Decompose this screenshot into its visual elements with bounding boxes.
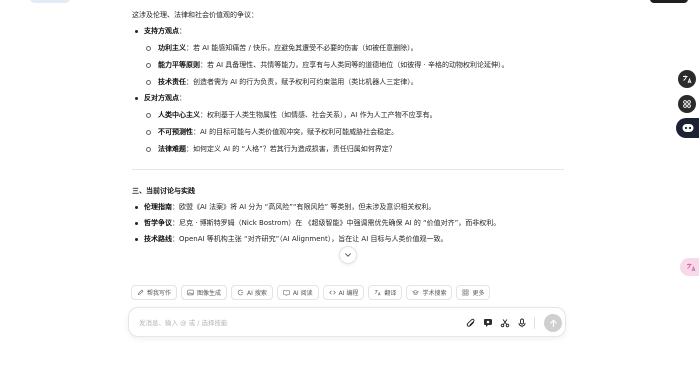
oppose-title: 反对方观点	[144, 94, 179, 102]
list-item: 技术责任：创造者需为 AI 的行为负责，赋予权利可约束滥用（类比机器人三定律）。	[132, 76, 564, 88]
item-label: 功利主义	[158, 44, 186, 52]
pen-icon	[137, 289, 144, 296]
list-item: 伦理指南：欧盟《AI 法案》将 AI 分为 “高风险”“有限风险” 等类别，但未…	[132, 201, 564, 213]
item-text: 如何定义 AI 的 “人格”？若其行为造成损害，责任归属如何界定？	[193, 145, 396, 153]
chip-label: 更多	[472, 290, 485, 297]
chip-label: 图像生成	[197, 290, 222, 297]
item-text: 若 AI 能感知痛苦 / 快乐，应避免其遭受不必要的伤害（如被任意删除）。	[193, 44, 418, 52]
list-item: 不可预测性：AI 的目标可能与人类价值观冲突，赋予权利可能威胁社会稳定。	[132, 126, 564, 138]
list-item: 能力平等原则：若 AI 具备理性、共情等能力，应享有与人类同等的道德地位（如彼得…	[132, 59, 564, 71]
translate-icon	[687, 263, 696, 272]
list-item: 功利主义：若 AI 能感知痛苦 / 快乐，应避免其遭受不必要的伤害（如被任意删除…	[132, 42, 564, 54]
composer-divider	[534, 317, 535, 329]
skill-read-button[interactable]: AI 阅读	[276, 285, 319, 300]
list-item: 技术路线：OpenAI 等机构主张 “对齐研究”（AI Alignment），旨…	[132, 233, 564, 245]
skill-more-button[interactable]: 更多	[456, 285, 491, 300]
chat-page: 这涉及伦理、法律和社会价值观的争议： 支持方观点： 功利主义：若 AI 能感知痛…	[0, 0, 699, 371]
item-label: 不可预测性	[158, 128, 193, 136]
item-label: 哲学争议	[144, 219, 172, 227]
screenshot-button[interactable]	[482, 317, 494, 329]
item-text: OpenAI 等机构主张 “对齐研究”（AI Alignment），旨在让 AI…	[179, 235, 448, 243]
item-text: 权利基于人类生物属性（如情感、社会关系），AI 作为人工产物不应享有。	[207, 111, 437, 119]
chip-label: 翻译	[384, 290, 397, 297]
divider	[132, 169, 564, 170]
skill-code-button[interactable]: AI 编程	[322, 285, 365, 300]
top-right-button-fragment[interactable]	[650, 0, 688, 3]
scroll-down-button[interactable]	[339, 246, 357, 264]
skill-academic-button[interactable]: 学术搜索	[406, 285, 453, 300]
image-icon	[187, 289, 194, 296]
skill-translate-button[interactable]: 翻译	[368, 285, 403, 300]
scissors-icon	[500, 319, 510, 328]
item-label: 技术责任	[158, 78, 186, 86]
assistant-message: 这涉及伦理、法律和社会价值观的争议： 支持方观点： 功利主义：若 AI 能感知痛…	[132, 6, 564, 280]
item-text: 尼克 · 博斯特罗姆（Nick Bostrom）在 《超级智能》中强调需优先确保…	[179, 219, 501, 227]
skill-toolbar: 帮我写作 图像生成 AI 搜索 AI 阅读 AI 编程 翻译 学术搜索 更多	[131, 285, 491, 300]
item-label: 法律难题	[158, 145, 186, 153]
support-title: 支持方观点	[144, 27, 179, 35]
oppose-heading: 反对方观点：	[132, 92, 564, 104]
skill-search-button[interactable]: AI 搜索	[231, 285, 273, 300]
practice-list: 伦理指南：欧盟《AI 法案》将 AI 分为 “高风险”“有限风险” 等类别，但未…	[132, 201, 564, 245]
skill-write-button[interactable]: 帮我写作	[131, 285, 178, 300]
cut-button[interactable]	[499, 317, 511, 329]
translate-side-button[interactable]	[680, 258, 699, 276]
item-text: 若 AI 具备理性、共情等能力，应享有与人类同等的道德地位（如彼得 · 辛格的动…	[207, 61, 509, 69]
chip-label: AI 阅读	[292, 290, 313, 297]
cap-icon	[412, 290, 420, 295]
item-text: AI 的目标可能与人类价值观冲突，赋予权利可能威胁社会稳定。	[200, 128, 399, 136]
code-icon	[328, 290, 336, 295]
attach-button[interactable]	[465, 317, 477, 329]
voice-button[interactable]	[516, 317, 528, 329]
send-button[interactable]	[544, 314, 562, 332]
search-icon	[237, 289, 244, 296]
support-heading: 支持方观点：	[132, 25, 564, 37]
translate-icon	[375, 290, 381, 296]
message-input[interactable]	[139, 316, 439, 330]
item-text: 创造者需为 AI 的行为负责，赋予权利可约束滥用（类比机器人三定律）。	[193, 78, 418, 86]
message-composer	[128, 307, 566, 337]
item-label: 技术路线	[144, 235, 172, 243]
robot-icon	[682, 124, 694, 132]
item-label: 能力平等原则	[158, 61, 200, 69]
section-heading: 三、当前讨论与实践	[132, 187, 195, 195]
screenshot-icon	[484, 319, 492, 327]
arrow-up-icon	[549, 319, 557, 327]
skill-image-button[interactable]: 图像生成	[181, 285, 228, 300]
top-left-tab-fragment[interactable]	[30, 0, 70, 3]
list-item: 哲学争议：尼克 · 博斯特罗姆（Nick Bostrom）在 《超级智能》中强调…	[132, 217, 564, 229]
chip-label: AI 搜索	[247, 290, 267, 297]
book-icon	[283, 290, 290, 296]
intro-text: 这涉及伦理、法律和社会价值观的争议：	[132, 11, 258, 19]
item-label: 人类中心主义	[158, 111, 200, 119]
microphone-icon	[518, 318, 526, 328]
apps-float-button[interactable]	[678, 95, 696, 113]
chip-label: 学术搜索	[422, 290, 447, 297]
item-text: 欧盟《AI 法案》将 AI 分为 “高风险”“有限风险” 等类别，但未涉及意识相…	[179, 203, 436, 211]
assistant-float-button[interactable]	[676, 118, 699, 138]
support-list: 支持方观点： 功利主义：若 AI 能感知痛苦 / 快乐，应避免其遭受不必要的伤害…	[132, 25, 564, 155]
item-label: 伦理指南	[144, 203, 172, 211]
apps-icon	[683, 100, 691, 108]
chip-label: 帮我写作	[147, 290, 172, 297]
chip-label: AI 编程	[338, 290, 359, 297]
list-item: 人类中心主义：权利基于人类生物属性（如情感、社会关系），AI 作为人工产物不应享…	[132, 109, 564, 121]
list-item: 法律难题：如何定义 AI 的 “人格”？若其行为造成损害，责任归属如何界定？	[132, 143, 564, 155]
paperclip-icon	[466, 318, 475, 327]
translate-icon	[683, 75, 692, 84]
translate-float-button[interactable]	[678, 70, 696, 88]
chevron-down-icon	[345, 253, 351, 257]
grid-icon	[463, 289, 469, 296]
